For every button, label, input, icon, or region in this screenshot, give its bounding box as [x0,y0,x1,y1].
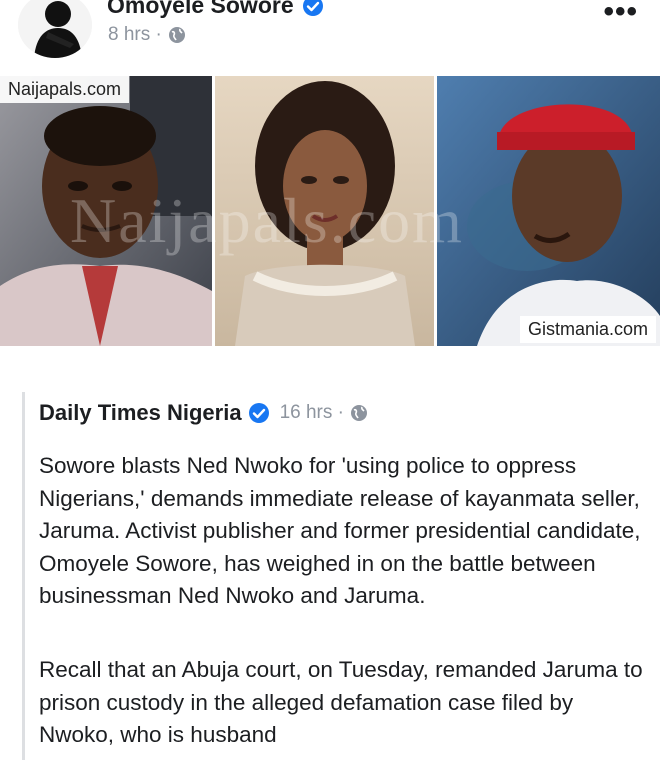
author-avatar[interactable] [18,0,92,58]
globe-icon [168,27,185,43]
post-header: Omoyele Sowore 8 hrs · ••• [0,0,660,72]
post-time[interactable]: 8 hrs · [108,24,162,46]
watermark-gistmania: Gistmania.com [519,316,656,343]
shared-post: Daily Times Nigeria 16 hrs · Sowore blas… [22,392,658,760]
shared-paragraph-2: Recall that an Abuja court, on Tuesday, … [39,657,643,747]
post-author[interactable]: Omoyele Sowore [107,0,324,19]
verified-badge-icon [248,403,269,423]
verified-badge-icon [302,0,323,16]
photo-right[interactable] [437,76,660,346]
globe-icon [351,405,367,421]
shared-time[interactable]: 16 hrs · [280,402,344,424]
shared-meta: 16 hrs · [280,402,368,424]
more-options-icon[interactable]: ••• [603,0,638,27]
shared-post-header: Daily Times Nigeria 16 hrs · [39,400,368,426]
post-author-name[interactable]: Omoyele Sowore [107,0,294,19]
post-meta: 8 hrs · [108,24,186,46]
watermark-naijapals: Naijapals.com [0,76,130,103]
shared-paragraph-1: Sowore blasts Ned Nwoko for 'using polic… [39,453,641,608]
photo-man-red-cap [437,76,660,346]
shared-author-name[interactable]: Daily Times Nigeria [39,400,242,426]
avatar-silhouette-icon [18,0,92,58]
watermark-center: Naijapals.com [70,185,464,256]
